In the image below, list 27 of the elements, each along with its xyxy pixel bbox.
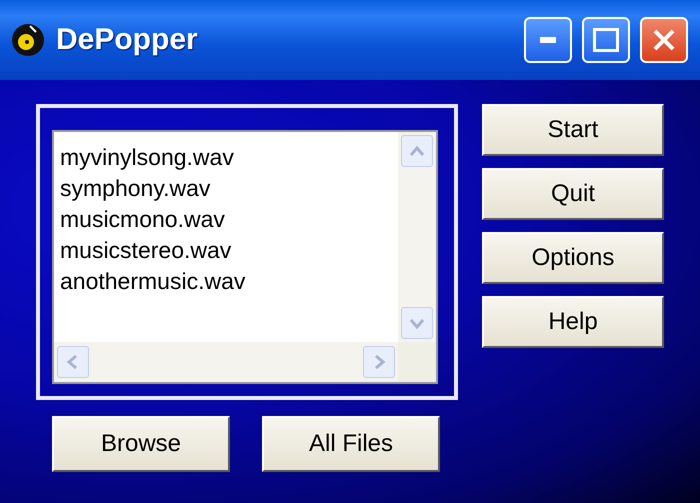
action-button[interactable]: Help xyxy=(482,296,664,348)
file-item[interactable]: anothermusic.wav xyxy=(60,266,392,297)
close-button[interactable] xyxy=(640,17,688,63)
action-button[interactable]: Quit xyxy=(482,168,664,220)
scroll-up-icon[interactable] xyxy=(401,135,433,167)
file-item[interactable]: musicmono.wav xyxy=(60,204,392,235)
scroll-down-icon[interactable] xyxy=(401,307,433,339)
file-item[interactable]: musicstereo.wav xyxy=(60,235,392,266)
horizontal-scrollbar[interactable] xyxy=(54,342,398,382)
record-icon xyxy=(10,22,46,58)
maximize-icon xyxy=(593,28,619,52)
action-button[interactable]: Start xyxy=(482,104,664,156)
action-button[interactable]: Browse xyxy=(52,416,230,472)
vertical-scrollbar[interactable] xyxy=(398,132,436,342)
file-item[interactable]: myvinylsong.wav xyxy=(60,142,392,173)
file-item[interactable]: symphony.wav xyxy=(60,173,392,204)
window-title: DePopper xyxy=(56,23,199,57)
scrollbar-corner xyxy=(398,342,436,382)
file-list[interactable]: myvinylsong.wav symphony.wav musicmono.wav musicstereo.wav anothermusic.wav xyxy=(52,130,438,384)
scroll-left-icon[interactable] xyxy=(57,346,89,378)
maximize-button[interactable] xyxy=(582,17,630,63)
scroll-right-icon[interactable] xyxy=(363,346,395,378)
close-icon xyxy=(652,28,676,52)
minimize-icon xyxy=(540,37,556,43)
minimize-button[interactable] xyxy=(524,17,572,63)
action-button[interactable]: Options xyxy=(482,232,664,284)
action-button[interactable]: All Files xyxy=(262,416,440,472)
